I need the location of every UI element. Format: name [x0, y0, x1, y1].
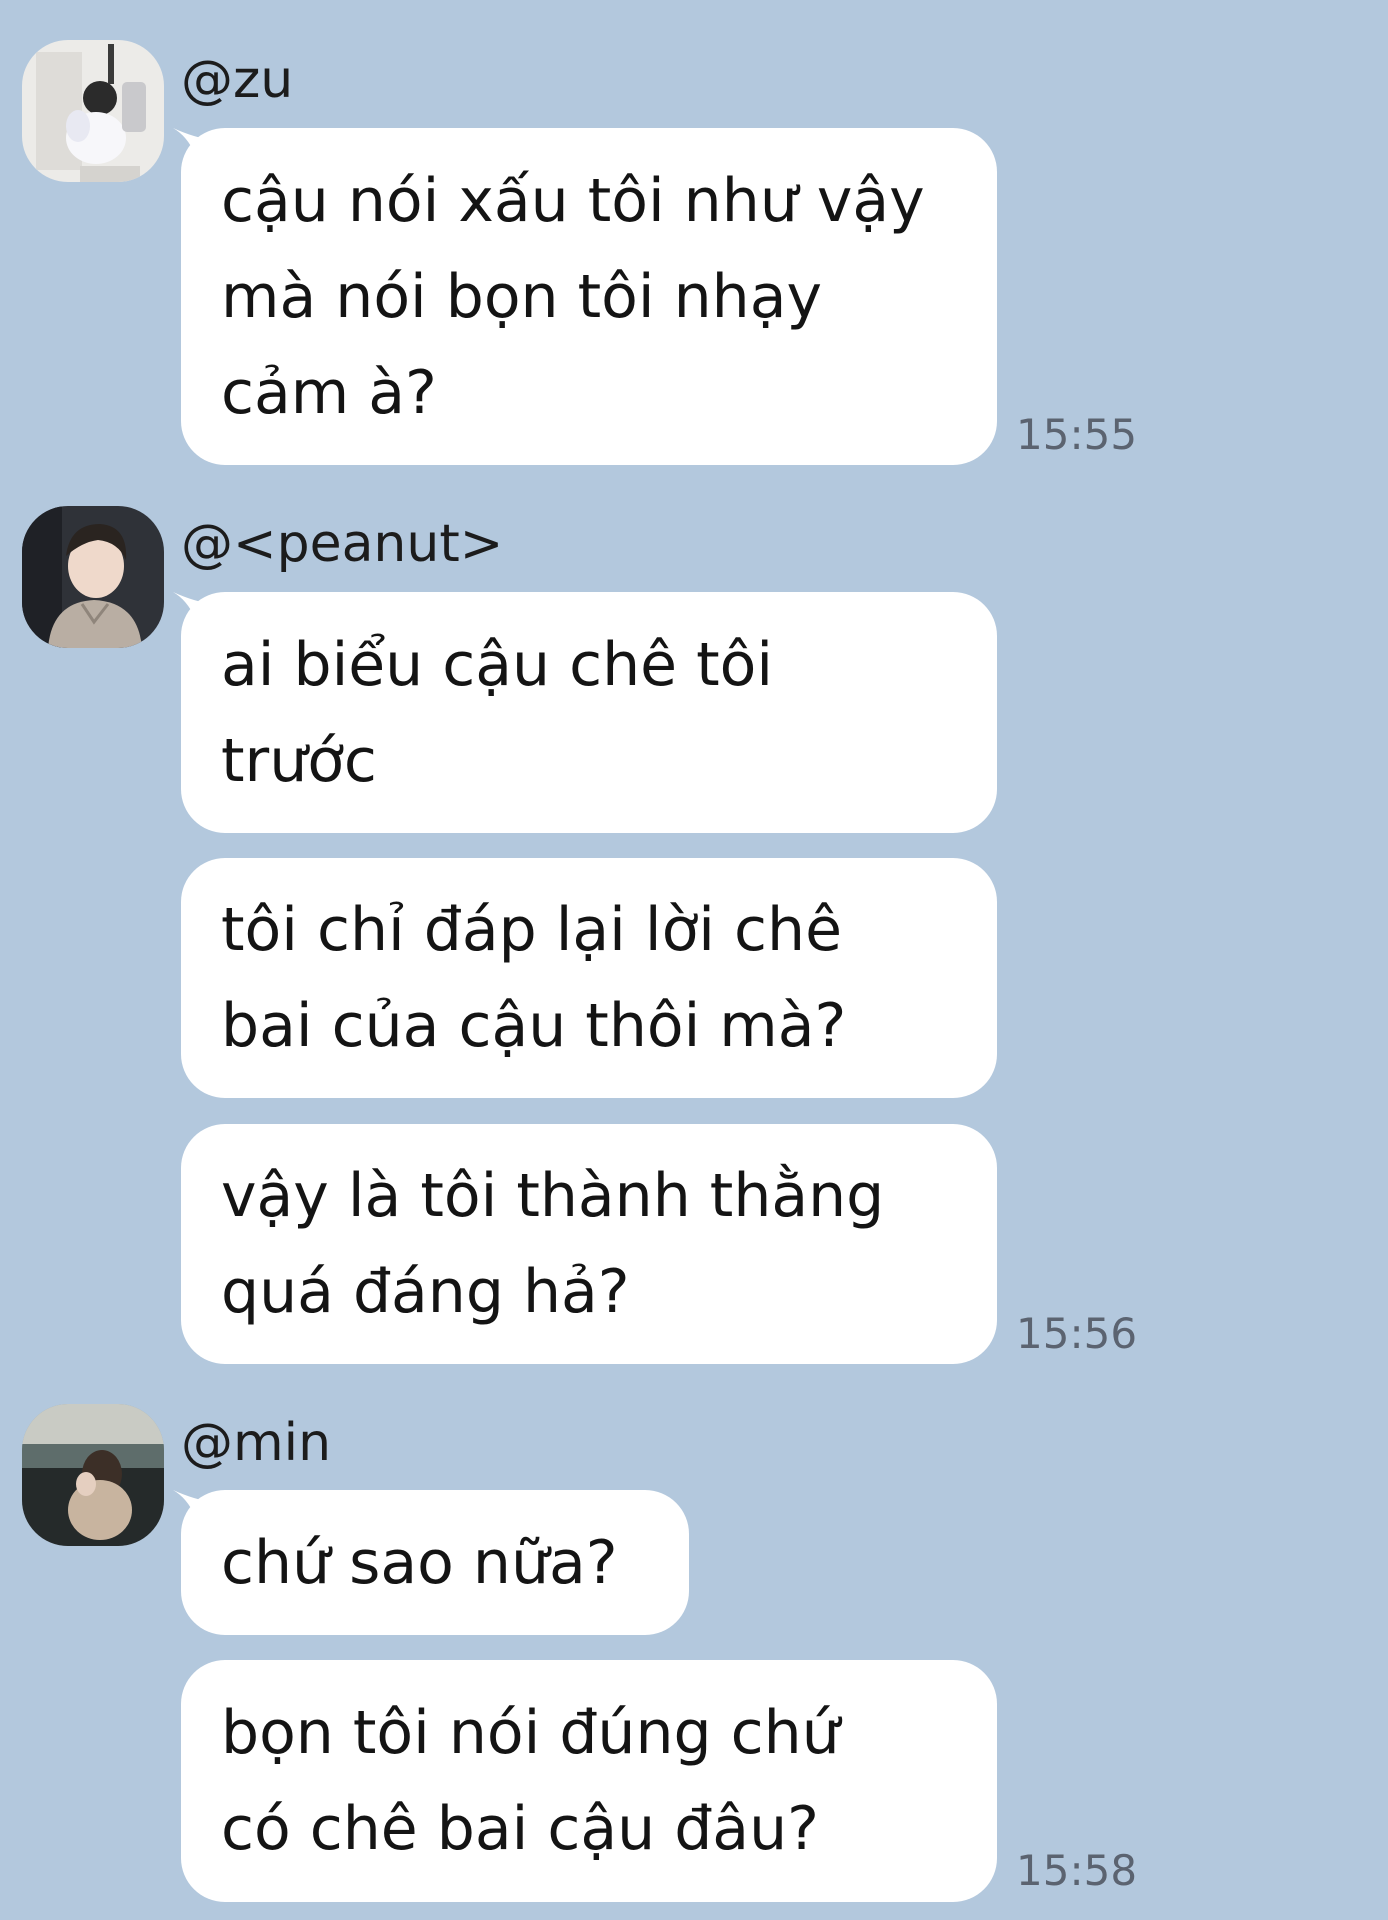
profile-photo-mirror-selfie-icon — [22, 40, 164, 182]
message-text: mà nói bọn tôi nhạy — [221, 261, 822, 332]
message-text: cậu nói xấu tôi như vậy — [221, 165, 925, 236]
message-bubble[interactable]: bọn tôi nói đúng chứ có chê bai cậu đâu? — [181, 1660, 997, 1902]
message-text: cảm à? — [221, 357, 437, 428]
message-bubble[interactable]: chứ sao nữa? — [181, 1490, 689, 1635]
profile-photo-girl-sunset-icon — [22, 1404, 164, 1546]
avatar-zu[interactable] — [22, 40, 164, 182]
message-text: quá đáng hả? — [221, 1257, 630, 1327]
profile-photo-boy-hoodie-icon — [22, 506, 164, 648]
sender-name-peanut: @<peanut> — [181, 514, 504, 574]
message-text: ai biểu cậu chê tôi — [221, 629, 774, 700]
message-text: vậy là tôi thành thằng — [221, 1161, 885, 1231]
avatar-min[interactable] — [22, 1404, 164, 1546]
message-bubble[interactable]: cậu nói xấu tôi như vậy mà nói bọn tôi n… — [181, 128, 997, 465]
message-bubble[interactable]: vậy là tôi thành thằng quá đáng hả? — [181, 1124, 997, 1364]
avatar-peanut[interactable] — [22, 506, 164, 648]
message-text: trước — [221, 725, 377, 796]
message-text: bai của cậu thôi mà? — [221, 991, 847, 1061]
message-timestamp: 15:58 — [1016, 1846, 1138, 1895]
sender-name-zu: @zu — [181, 50, 294, 110]
message-bubble[interactable]: ai biểu cậu chê tôi trước — [181, 592, 997, 833]
message-timestamp: 15:56 — [1016, 1309, 1138, 1358]
message-timestamp: 15:55 — [1016, 410, 1138, 459]
message-text: tôi chỉ đáp lại lời chê — [221, 895, 842, 965]
message-text: có chê bai cậu đâu? — [221, 1794, 819, 1864]
message-bubble[interactable]: tôi chỉ đáp lại lời chê bai của cậu thôi… — [181, 858, 997, 1098]
message-text: chứ sao nữa? — [221, 1527, 618, 1598]
message-text: bọn tôi nói đúng chứ — [221, 1698, 840, 1768]
sender-name-min: @min — [181, 1413, 332, 1473]
